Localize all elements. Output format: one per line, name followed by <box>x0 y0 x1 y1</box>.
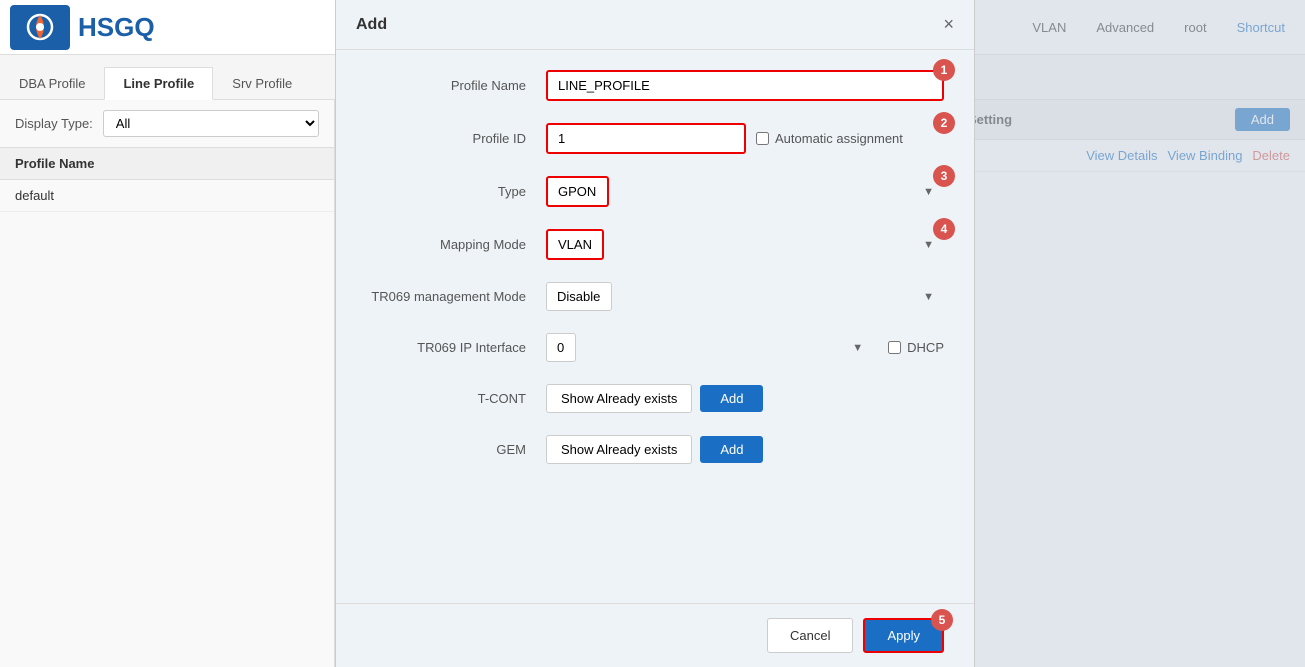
tr069-mode-row: TR069 management Mode Disable ▼ <box>366 282 944 311</box>
tr069-mode-select[interactable]: Disable <box>546 282 612 311</box>
display-type-label: Display Type: <box>15 116 93 131</box>
display-type-select[interactable]: All <box>103 110 319 137</box>
tr069-mode-chevron-icon: ▼ <box>923 291 934 303</box>
tr069-mode-label: TR069 management Mode <box>366 289 546 304</box>
badge-1: 1 <box>933 59 955 81</box>
tr069-mode-select-wrap: Disable ▼ <box>546 282 944 311</box>
tr069-ip-select-wrap: 0 ▼ <box>546 333 873 362</box>
tcont-show-button[interactable]: Show Already exists <box>546 384 692 413</box>
tcont-add-button[interactable]: Add <box>700 385 763 412</box>
badge-5: 5 <box>931 609 953 631</box>
type-label: Type <box>366 184 546 199</box>
badge-3: 3 <box>933 165 955 187</box>
modal-footer: Cancel Apply 5 <box>336 603 974 667</box>
mapping-mode-label: Mapping Mode <box>366 237 546 252</box>
dhcp-checkbox[interactable] <box>888 341 901 354</box>
cancel-button[interactable]: Cancel <box>767 618 853 653</box>
tab-line-profile[interactable]: Line Profile <box>104 67 213 100</box>
left-table-header: Profile Name <box>0 148 334 180</box>
gem-row: GEM Show Already exists Add <box>366 435 944 464</box>
profile-id-label: Profile ID <box>366 131 546 146</box>
gem-label: GEM <box>366 442 546 457</box>
tr069-ip-select[interactable]: 0 <box>546 333 576 362</box>
apply-button[interactable]: Apply 5 <box>863 618 944 653</box>
automatic-assignment-checkbox[interactable] <box>756 132 769 145</box>
type-row: Type GPON ▼ 3 <box>366 176 944 207</box>
profile-id-row: Profile ID Automatic assignment 2 <box>366 123 944 154</box>
mapping-mode-chevron-icon: ▼ <box>923 239 934 251</box>
profile-name-label: Profile Name <box>366 78 546 93</box>
profile-name-input[interactable] <box>546 70 944 101</box>
modal-header: Add × <box>336 0 974 50</box>
tcont-label: T-CONT <box>366 391 546 406</box>
mapping-mode-select[interactable]: VLAN <box>546 229 604 260</box>
badge-2: 2 <box>933 112 955 134</box>
type-select[interactable]: GPON <box>546 176 609 207</box>
dhcp-group: DHCP <box>888 340 944 355</box>
modal-dialog: Add × Profile Name 1 Profile ID Automati… <box>335 0 975 667</box>
logo-icon <box>20 10 60 45</box>
tab-srv-profile[interactable]: Srv Profile <box>213 67 311 99</box>
dhcp-label: DHCP <box>907 340 944 355</box>
logo-box <box>10 5 70 50</box>
tr069-ip-chevron-icon: ▼ <box>852 342 863 354</box>
automatic-assignment-label: Automatic assignment <box>775 131 903 146</box>
close-button[interactable]: × <box>943 14 954 35</box>
profile-name-row: Profile Name 1 <box>366 70 944 101</box>
profile-id-input[interactable] <box>546 123 746 154</box>
modal-body: Profile Name 1 Profile ID Automatic assi… <box>336 50 974 506</box>
tr069-ip-label: TR069 IP Interface <box>366 340 546 355</box>
automatic-assignment-group: Automatic assignment <box>756 131 903 146</box>
type-select-wrap: GPON ▼ <box>546 176 944 207</box>
gem-add-button[interactable]: Add <box>700 436 763 463</box>
gem-show-button[interactable]: Show Already exists <box>546 435 692 464</box>
tab-dba-profile[interactable]: DBA Profile <box>0 67 104 99</box>
mapping-mode-select-wrap: VLAN ▼ <box>546 229 944 260</box>
tcont-row: T-CONT Show Already exists Add <box>366 384 944 413</box>
type-chevron-icon: ▼ <box>923 186 934 198</box>
tr069-ip-row: TR069 IP Interface 0 ▼ DHCP <box>366 333 944 362</box>
display-type-row: Display Type: All <box>0 100 334 148</box>
modal-title: Add <box>356 16 387 34</box>
logo-area: HSGQ <box>0 5 335 50</box>
logo-text: HSGQ <box>78 12 155 43</box>
badge-4: 4 <box>933 218 955 240</box>
list-item[interactable]: default <box>0 180 334 212</box>
left-panel: Display Type: All Profile Name default <box>0 100 335 667</box>
profile-id-group: Automatic assignment <box>546 123 944 154</box>
mapping-mode-row: Mapping Mode VLAN ▼ 4 <box>366 229 944 260</box>
